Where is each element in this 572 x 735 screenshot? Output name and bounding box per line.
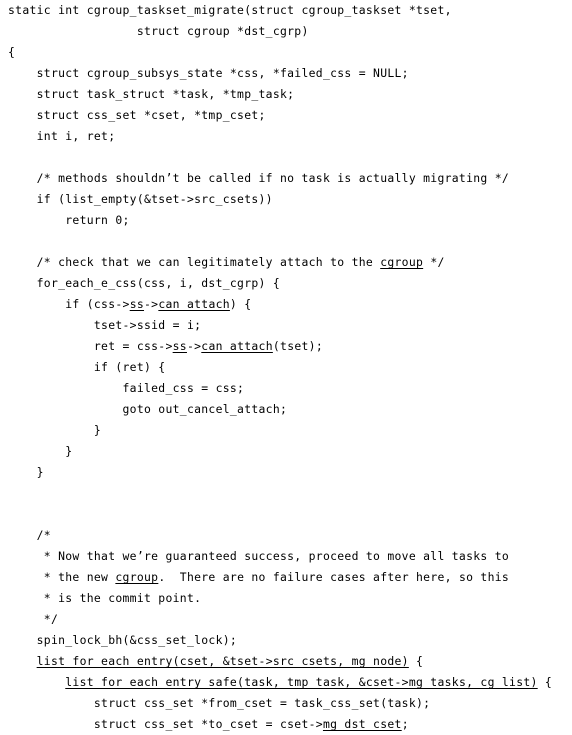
code-line: { (0, 42, 572, 63)
underlined-identifier: ss (129, 297, 145, 311)
code-text: } (8, 444, 73, 458)
code-line: for_each_e_css(css, i, dst_cgrp) { (0, 273, 572, 294)
code-text: */ (8, 612, 59, 626)
code-text: } (8, 465, 44, 479)
code-text: goto out_cancel_attach; (8, 402, 288, 416)
underlined-identifier: cgroup (115, 570, 159, 584)
code-text: for_each_e_css(css, i, dst_cgrp) { (8, 276, 280, 290)
underlined-identifier: can_attach (201, 339, 273, 353)
code-line: list_for_each_entry_safe(task, tmp_task,… (0, 672, 572, 693)
code-text: int i, ret; (8, 129, 116, 143)
underlined-identifier: list_for_each_entry_safe(task, tmp_task,… (65, 675, 538, 689)
underlined-identifier: can_attach (158, 297, 230, 311)
underlined-identifier: ss (172, 339, 187, 353)
code-text: if (css-> (8, 297, 130, 311)
code-text: * the new (8, 570, 116, 584)
code-text: */ (423, 255, 445, 269)
code-text: struct css_set *to_cset = cset-> (8, 717, 323, 731)
code-line: int i, ret; (0, 126, 572, 147)
code-line: struct css_set *from_cset = task_css_set… (0, 693, 572, 714)
code-line: if (css->ss->can_attach) { (0, 294, 572, 315)
code-line: /* (0, 525, 572, 546)
code-text: (tset); (272, 339, 323, 353)
code-text: spin_lock_bh(&css_set_lock); (8, 633, 238, 647)
code-line: tset->ssid = i; (0, 315, 572, 336)
code-line: if (ret) { (0, 357, 572, 378)
code-text: } (8, 423, 102, 437)
code-text: struct css_set *cset, *tmp_cset; (8, 108, 266, 122)
code-text: tset->ssid = i; (8, 318, 202, 332)
code-text: . There are no failure cases after here,… (158, 570, 510, 584)
code-line: failed_css = css; (0, 378, 572, 399)
code-text: struct cgroup *dst_cgrp) (8, 24, 309, 38)
underlined-identifier: mg_dst_cset (322, 717, 402, 731)
code-line: * the new cgroup. There are no failure c… (0, 567, 572, 588)
code-text: ret = css-> (8, 339, 173, 353)
code-text: * is the commit point. (8, 591, 202, 605)
code-line: spin_lock_bh(&css_set_lock); (0, 630, 572, 651)
code-line: struct css_set *cset, *tmp_cset; (0, 105, 572, 126)
code-line: } (0, 462, 572, 483)
code-line: goto out_cancel_attach; (0, 399, 572, 420)
code-line: struct css_set *to_cset = cset->mg_dst_c… (0, 714, 572, 735)
code-line: static int cgroup_taskset_migrate(struct… (0, 0, 572, 21)
code-listing: static int cgroup_taskset_migrate(struct… (0, 0, 572, 731)
code-line: ret = css->ss->can_attach(tset); (0, 336, 572, 357)
code-line: struct cgroup_subsys_state *css, *failed… (0, 63, 572, 84)
code-line: return 0; (0, 210, 572, 231)
code-line: * Now that we’re guaranteed success, pro… (0, 546, 572, 567)
code-text: -> (144, 297, 159, 311)
underlined-identifier: list_for_each_entry(cset, &tset->src_cse… (36, 654, 409, 668)
code-text: /* check that we can legitimately attach… (8, 255, 381, 269)
code-text: /* methods shouldn’t be called if no tas… (8, 171, 510, 185)
code-text: /* (8, 528, 51, 542)
code-text: struct css_set *from_cset = task_css_set… (8, 696, 431, 710)
code-text: ; (401, 717, 409, 731)
code-text: failed_css = css; (8, 381, 245, 395)
code-line: */ (0, 609, 572, 630)
code-text: struct cgroup_subsys_state *css, *failed… (8, 66, 409, 80)
code-line: } (0, 441, 572, 462)
code-text: return 0; (8, 213, 130, 227)
code-line: * is the commit point. (0, 588, 572, 609)
code-text: * Now that we’re guaranteed success, pro… (8, 549, 510, 563)
code-text: ) { (229, 297, 252, 311)
code-text: { (8, 45, 16, 59)
code-text: { (408, 654, 424, 668)
code-line: struct task_struct *task, *tmp_task; (0, 84, 572, 105)
code-line: struct cgroup *dst_cgrp) (0, 21, 572, 42)
code-line: /* methods shouldn’t be called if no tas… (0, 168, 572, 189)
code-line: list_for_each_entry(cset, &tset->src_cse… (0, 651, 572, 672)
code-text: if (ret) { (8, 360, 166, 374)
code-line: } (0, 420, 572, 441)
code-line: /* check that we can legitimately attach… (0, 252, 572, 273)
code-text: static int cgroup_taskset_migrate(struct… (8, 3, 452, 17)
code-text: -> (186, 339, 202, 353)
code-text: { (537, 675, 553, 689)
code-text: if (list_empty(&tset->src_csets)) (8, 192, 273, 206)
code-text: struct task_struct *task, *tmp_task; (8, 87, 295, 101)
code-line: if (list_empty(&tset->src_csets)) (0, 189, 572, 210)
underlined-identifier: cgroup (380, 255, 424, 269)
